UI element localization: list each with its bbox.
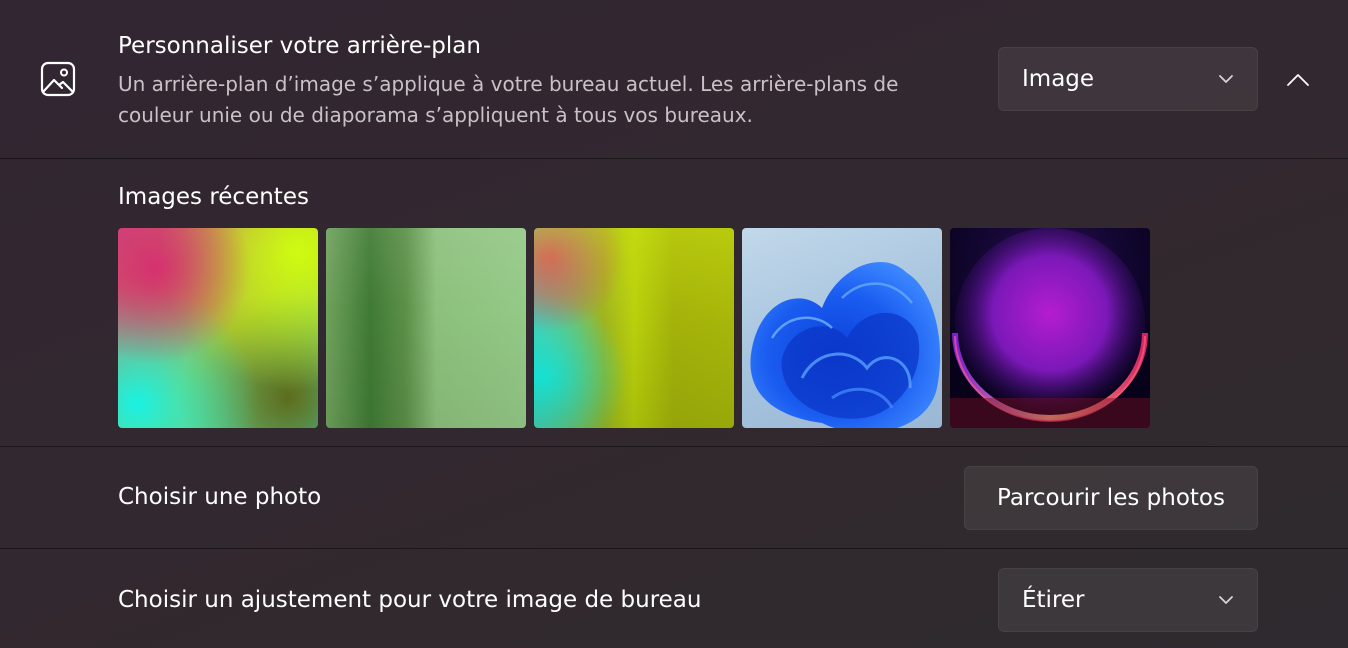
chevron-up-icon [1287,74,1309,86]
bloom-artwork [750,262,941,428]
recent-image-gradient-yellow-cyan[interactable] [534,228,734,428]
chevron-down-icon [1219,75,1233,83]
section-description: Un arrière-plan d’image s’applique à vot… [118,72,899,127]
recent-image-purple-glow-dark[interactable] [950,228,1150,428]
recent-image-gradient-pink-yellow-cyan[interactable] [118,228,318,428]
collapse-button[interactable] [1276,58,1320,102]
fit-dropdown[interactable]: Étirer [998,568,1258,632]
fit-value: Étirer [1022,587,1085,613]
recent-image-gradient-green[interactable] [326,228,526,428]
browse-photos-button[interactable]: Parcourir les photos [964,466,1258,530]
background-type-value: Image [1022,66,1095,92]
recent-images-label: Images récentes [118,184,309,210]
recent-images-list [118,228,1150,428]
choose-fit-label: Choisir un ajustement pour votre image d… [118,587,702,613]
choose-photo-label: Choisir une photo [118,484,322,510]
picture-icon [40,61,76,97]
glow-artwork [950,228,1150,428]
section-title: Personnaliser votre arrière-plan [118,33,481,59]
background-type-dropdown[interactable]: Image [998,47,1258,111]
chevron-down-icon [1219,596,1233,604]
recent-image-windows-bloom-light[interactable] [742,228,942,428]
